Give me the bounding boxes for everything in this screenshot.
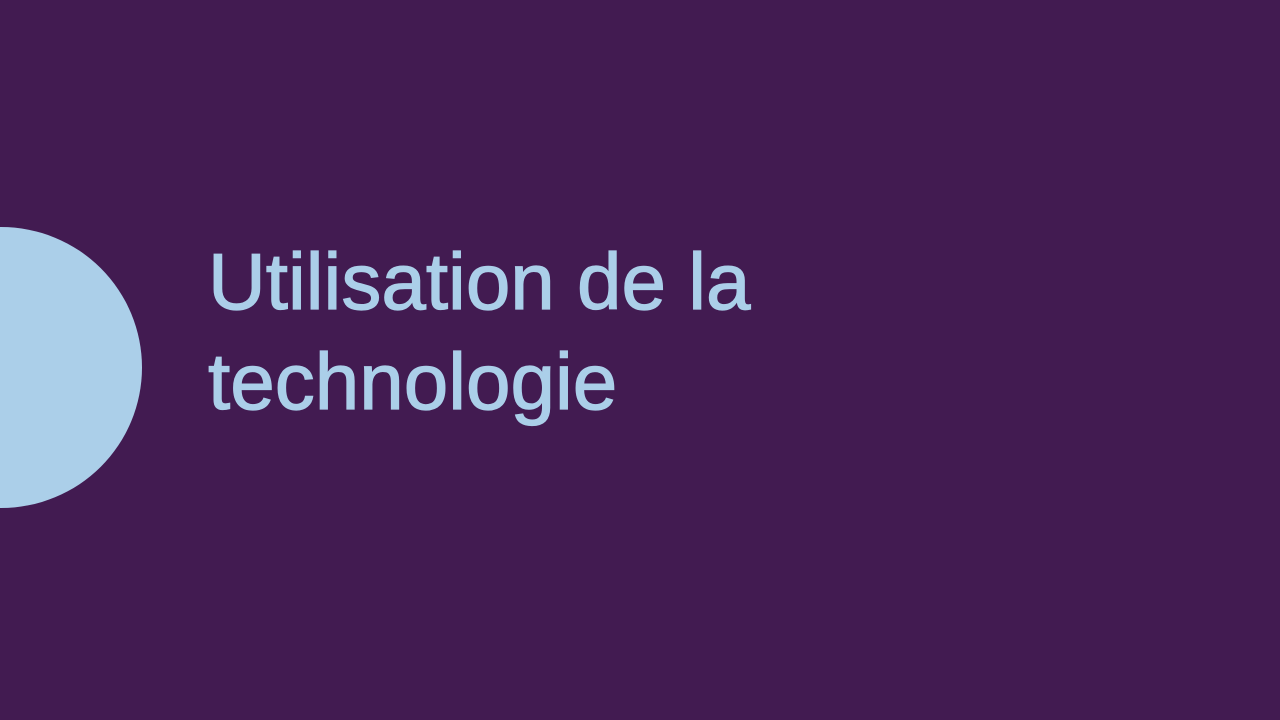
slide-title-line-2: technologie <box>207 336 618 426</box>
slide-title: Utilisation de la technologie <box>207 232 1208 432</box>
decorative-half-circle <box>0 227 142 508</box>
slide: Utilisation de la technologie <box>0 0 1280 720</box>
slide-title-line-1: Utilisation de la <box>207 236 751 326</box>
